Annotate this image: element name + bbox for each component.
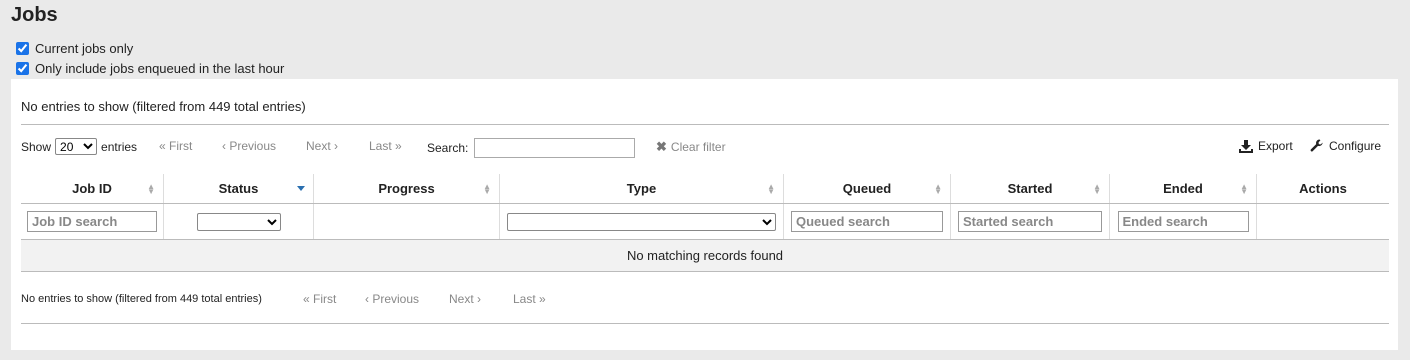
- wrench-icon: [1310, 139, 1323, 152]
- column-header-ended[interactable]: Ended ▲ ▼: [1109, 174, 1257, 204]
- column-label: Queued: [842, 181, 892, 196]
- last-hour-checkbox[interactable]: [16, 62, 29, 75]
- empty-row: No matching records found: [21, 239, 1389, 272]
- pager-next[interactable]: Next ›: [449, 292, 513, 306]
- current-jobs-checkbox[interactable]: [16, 42, 29, 55]
- ended-search-input[interactable]: [1117, 211, 1249, 232]
- configure-label: Configure: [1329, 139, 1382, 153]
- pager-first[interactable]: « First: [159, 139, 222, 153]
- page-title: Jobs: [11, 4, 58, 26]
- pager-first[interactable]: « First: [303, 292, 365, 306]
- current-jobs-label: Current jobs only: [35, 41, 134, 56]
- clear-filter-button[interactable]: ✖ Clear filter: [656, 139, 726, 155]
- last-hour-filter[interactable]: Only include jobs enqueued in the last h…: [15, 61, 284, 76]
- close-icon: ✖: [656, 139, 667, 154]
- filter-cell-progress: [313, 203, 500, 240]
- pager-top: « First ‹ Previous Next › Last »: [159, 139, 419, 153]
- jobs-table: Job ID ▲ ▼ Status Progress ▲ ▼ Type ▲ ▼ Queued…: [21, 174, 1389, 272]
- divider-top: [21, 124, 1389, 125]
- clear-filter-label: Clear filter: [670, 140, 726, 154]
- filter-cell-ended: [1109, 203, 1257, 240]
- column-label: Actions: [1299, 181, 1347, 196]
- sort-icon: ▲ ▼: [147, 182, 155, 196]
- pager-previous[interactable]: ‹ Previous: [365, 292, 449, 306]
- sort-icon: ▲ ▼: [934, 182, 942, 196]
- header-row: Job ID ▲ ▼ Status Progress ▲ ▼ Type ▲ ▼ Queued…: [21, 174, 1389, 204]
- sort-icon: ▲ ▼: [1240, 182, 1248, 196]
- queued-search-input[interactable]: [791, 211, 943, 232]
- sort-icon: ▲ ▼: [767, 182, 775, 196]
- global-search: Search:: [427, 138, 636, 158]
- column-label: Started: [1007, 181, 1053, 196]
- column-header-actions: Actions: [1256, 174, 1389, 204]
- filter-row: [21, 203, 1389, 240]
- filter-cell-queued: [783, 203, 951, 240]
- sort-icon: ▲ ▼: [1093, 182, 1101, 196]
- column-header-queued[interactable]: Queued ▲ ▼: [783, 174, 951, 204]
- show-label: Show: [21, 139, 52, 154]
- download-icon: [1239, 139, 1253, 153]
- column-header-progress[interactable]: Progress ▲ ▼: [313, 174, 500, 204]
- filter-cell-job-id: [21, 203, 164, 240]
- filter-cell-actions: [1256, 203, 1389, 240]
- column-header-status[interactable]: Status: [163, 174, 314, 204]
- last-hour-label: Only include jobs enqueued in the last h…: [35, 61, 285, 76]
- column-header-type[interactable]: Type ▲ ▼: [499, 174, 784, 204]
- empty-message: No matching records found: [21, 239, 1389, 272]
- column-label: Ended: [1163, 181, 1203, 196]
- search-label: Search:: [427, 141, 469, 155]
- search-input[interactable]: [474, 138, 636, 158]
- pager-last[interactable]: Last »: [513, 292, 563, 306]
- pager-previous[interactable]: ‹ Previous: [222, 139, 306, 153]
- sort-icon: ▲ ▼: [483, 182, 491, 196]
- jobs-panel: No entries to show (filtered from 449 to…: [11, 79, 1398, 350]
- filter-cell-status: [163, 203, 314, 240]
- pager-bottom: « First ‹ Previous Next › Last »: [303, 292, 563, 306]
- entries-label: entries: [101, 139, 138, 154]
- started-search-input[interactable]: [958, 211, 1102, 232]
- column-header-started[interactable]: Started ▲ ▼: [950, 174, 1110, 204]
- pager-last[interactable]: Last »: [369, 139, 419, 153]
- table-info-top: No entries to show (filtered from 449 to…: [21, 99, 306, 114]
- export-label: Export: [1258, 139, 1293, 153]
- page-length-control: Show 20 entries: [21, 138, 137, 155]
- page-length-select[interactable]: 20: [55, 138, 98, 155]
- configure-button[interactable]: Configure: [1310, 139, 1381, 153]
- divider-bottom: [21, 323, 1389, 324]
- column-label: Type: [626, 181, 657, 196]
- type-filter-select[interactable]: [507, 212, 776, 231]
- filter-cell-started: [950, 203, 1110, 240]
- column-label: Job ID: [72, 181, 112, 196]
- export-button[interactable]: Export: [1239, 139, 1293, 153]
- column-label: Progress: [378, 181, 435, 196]
- column-header-job-id[interactable]: Job ID ▲ ▼: [21, 174, 164, 204]
- sort-desc-icon: [297, 186, 305, 191]
- column-label: Status: [218, 181, 259, 196]
- table-info-bottom: No entries to show (filtered from 449 to…: [21, 293, 262, 305]
- current-jobs-filter[interactable]: Current jobs only: [15, 41, 133, 56]
- status-filter-select[interactable]: [196, 212, 281, 231]
- job-id-search-input[interactable]: [27, 211, 157, 232]
- filter-cell-type: [499, 203, 784, 240]
- pager-next[interactable]: Next ›: [306, 139, 369, 153]
